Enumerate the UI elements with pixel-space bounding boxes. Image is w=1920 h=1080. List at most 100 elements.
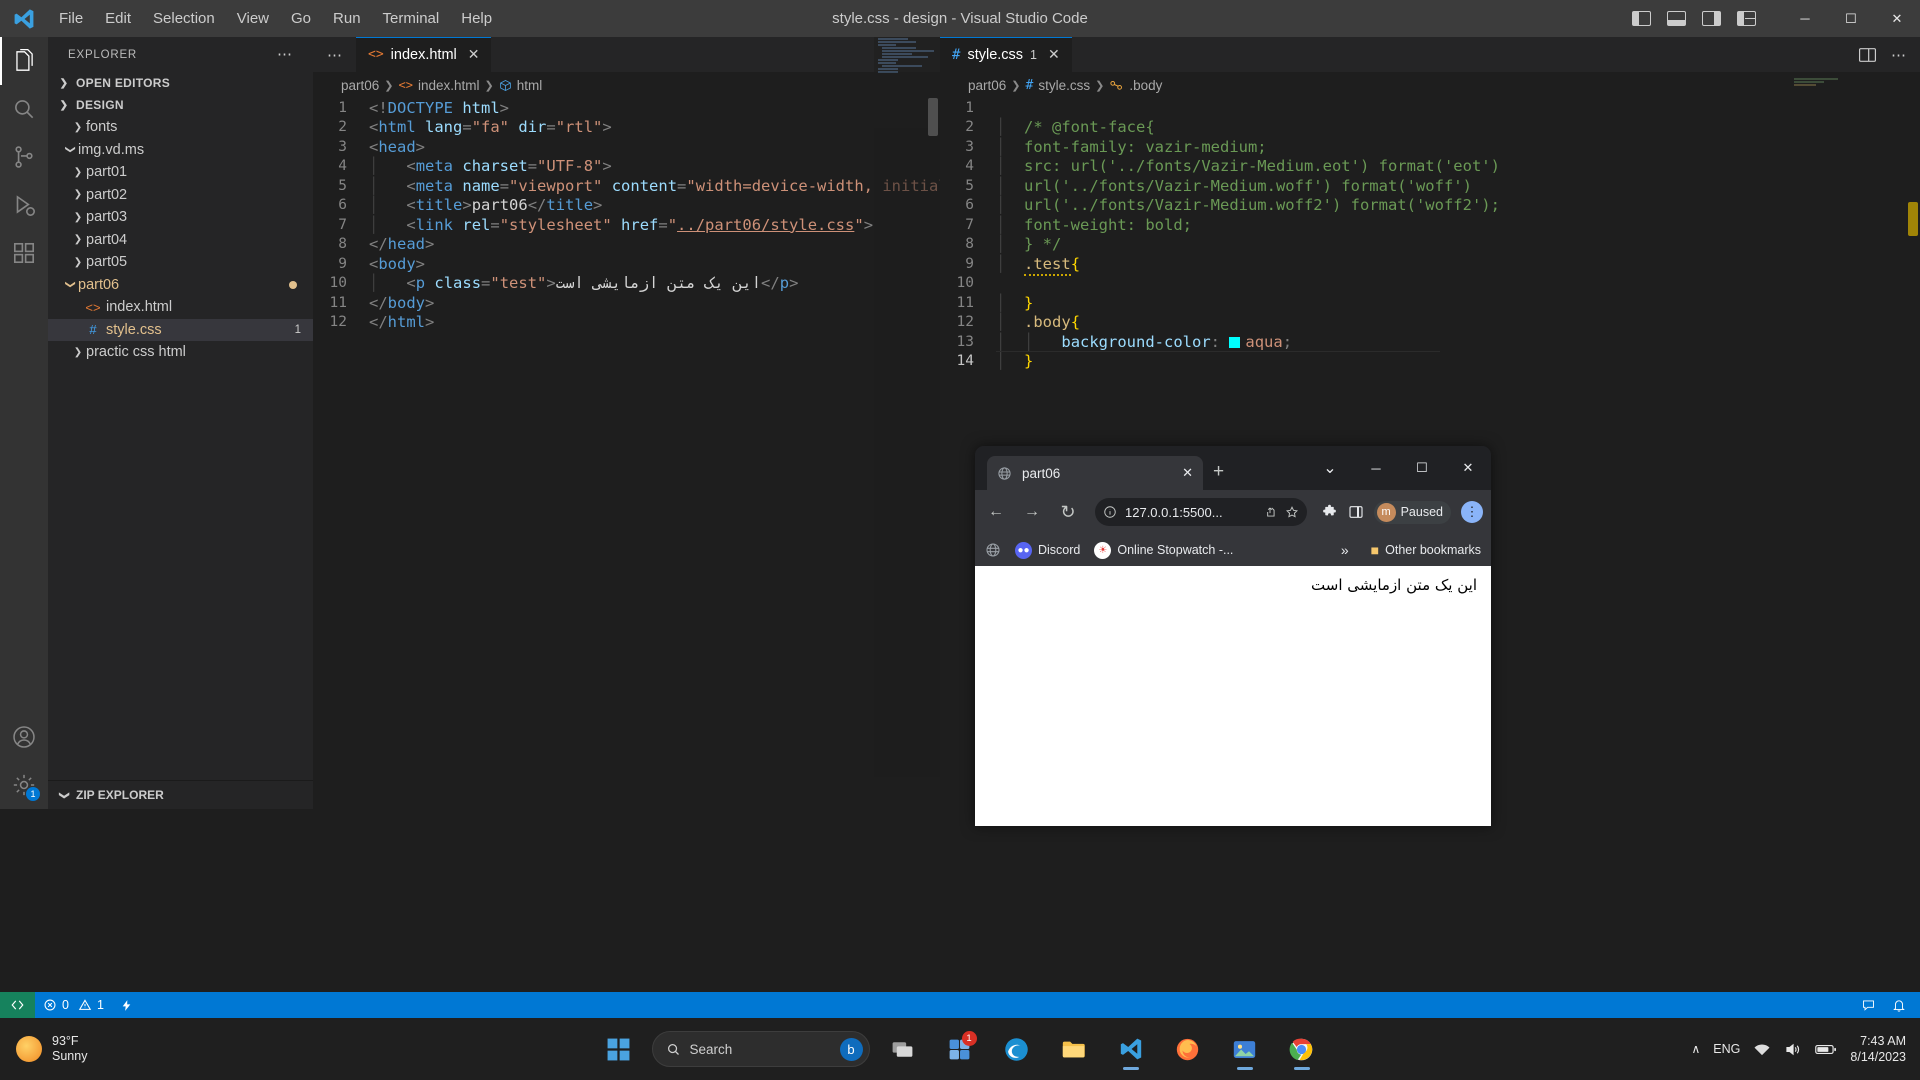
activity-settings[interactable]: 1 — [0, 761, 48, 809]
activity-search[interactable] — [0, 85, 48, 133]
chrome-tab-part06[interactable]: part06 ✕ — [987, 456, 1203, 490]
three-dots-icon[interactable]: ⋮ — [1461, 501, 1483, 523]
bookmark-online-stopwatch[interactable]: ☀ Online Stopwatch -... — [1094, 541, 1233, 559]
other-bookmarks-button[interactable]: ■ Other bookmarks — [1371, 542, 1481, 558]
task-view-button[interactable] — [879, 1025, 927, 1073]
forward-button[interactable]: → — [1019, 499, 1045, 525]
panel-bottom-icon[interactable] — [1667, 11, 1686, 26]
vscode-button[interactable] — [1107, 1025, 1155, 1073]
breadcrumb-file[interactable]: index.html — [418, 78, 480, 93]
activity-explorer[interactable] — [0, 37, 48, 85]
minimap-right[interactable] — [1790, 77, 1854, 105]
maximize-button[interactable]: ☐ — [1828, 0, 1874, 37]
breadcrumb-symbol[interactable]: .body — [1129, 78, 1162, 93]
code-editor-html[interactable]: 1 <!DOCTYPE html> 2 <html lang="fa" dir="r… — [313, 98, 948, 332]
breadcrumb-symbol[interactable]: html — [517, 78, 543, 93]
minimap-left[interactable] — [874, 37, 940, 777]
live-server-button[interactable] — [112, 992, 141, 1018]
section-design[interactable]: ❯ DESIGN — [48, 94, 313, 116]
breadcrumb-folder[interactable]: part06 — [968, 78, 1006, 93]
scrollbar-left[interactable] — [928, 98, 938, 136]
tab-index-html[interactable]: <> index.html ✕ — [356, 37, 493, 72]
chrome-new-tab-button[interactable]: + — [1213, 461, 1224, 483]
share-icon[interactable] — [1263, 505, 1277, 519]
menu-selection[interactable]: Selection — [142, 6, 226, 31]
photos-button[interactable] — [1221, 1025, 1269, 1073]
editor-left-more-actions[interactable]: ⋯ — [313, 37, 356, 72]
split-editor-icon[interactable] — [1858, 47, 1877, 63]
activity-source-control[interactable] — [0, 133, 48, 181]
activity-accounts[interactable] — [0, 713, 48, 761]
tab-close-icon[interactable]: ✕ — [1048, 46, 1060, 63]
breadcrumb-file[interactable]: style.css — [1038, 78, 1090, 93]
bookmark-discord[interactable]: ●● Discord — [1015, 541, 1080, 559]
menu-go[interactable]: Go — [280, 6, 322, 31]
tree-item-part01[interactable]: ❯ part01 — [48, 161, 313, 184]
chrome-browser-window[interactable]: part06 ✕ + ⌄ ─ ☐ ✕ ← → ↻ 127.0.0.1:5500.… — [975, 446, 1491, 826]
chrome-minimize-button[interactable]: ─ — [1353, 446, 1399, 490]
menu-bar[interactable]: File Edit Selection View Go Run Terminal… — [48, 6, 503, 31]
layout-toggles[interactable] — [1632, 11, 1756, 26]
star-icon[interactable] — [1285, 505, 1299, 519]
css-line-content-2: │ /* @font-face{ — [996, 118, 1155, 137]
activity-run-debug[interactable] — [0, 181, 48, 229]
tree-item-img-vd-ms[interactable]: ❯ img.vd.ms — [48, 139, 313, 162]
menu-view[interactable]: View — [226, 6, 280, 31]
section-zip-explorer[interactable]: ❯ ZIP EXPLORER — [48, 781, 313, 809]
search-box[interactable]: Search b — [651, 1031, 870, 1067]
info-circle-icon[interactable] — [1103, 505, 1117, 519]
chrome-button[interactable] — [1278, 1025, 1326, 1073]
puzzle-icon[interactable] — [1321, 504, 1338, 521]
tab-close-icon[interactable]: ✕ — [468, 46, 480, 63]
tree-item-style-css[interactable]: # style.css 1 — [48, 318, 313, 341]
reload-button[interactable]: ↻ — [1055, 499, 1081, 525]
chrome-close-button[interactable]: ✕ — [1445, 446, 1491, 490]
menu-terminal[interactable]: Terminal — [372, 6, 451, 31]
code-editor-css[interactable]: 1 2 │ /* @font-face{ 3 │ font-family: vazi… — [940, 98, 1920, 449]
chrome-tab-close-icon[interactable]: ✕ — [1182, 465, 1193, 481]
tab-style-css[interactable]: # style.css 1 ✕ — [940, 37, 1073, 72]
layout-grid-icon[interactable] — [1737, 11, 1756, 26]
globe-icon[interactable] — [985, 542, 1001, 558]
code-line: 14 │ } — [940, 352, 1920, 372]
notifications-button[interactable] — [1884, 992, 1920, 1018]
editor-right-more-actions[interactable]: ⋯ — [1891, 46, 1906, 64]
section-open-editors[interactable]: ❯ OPEN EDITORS — [48, 72, 313, 94]
tree-item-part02[interactable]: ❯ part02 — [48, 184, 313, 207]
menu-edit[interactable]: Edit — [94, 6, 142, 31]
tree-item-index-html[interactable]: <> index.html — [48, 296, 313, 319]
sidepanel-icon[interactable] — [1348, 504, 1364, 520]
feedback-button[interactable] — [1853, 992, 1884, 1018]
tree-item-part03[interactable]: ❯ part03 — [48, 206, 313, 229]
panel-left-icon[interactable] — [1632, 11, 1651, 26]
panel-right-icon[interactable] — [1702, 11, 1721, 26]
firefox-button[interactable] — [1164, 1025, 1212, 1073]
breadcrumb-folder[interactable]: part06 — [341, 78, 379, 93]
remote-window-button[interactable] — [0, 992, 35, 1018]
chrome-maximize-button[interactable]: ☐ — [1399, 446, 1445, 490]
bing-chat-icon[interactable]: b — [839, 1037, 863, 1061]
tree-item-practic-css-html[interactable]: ❯ practic css html — [48, 341, 313, 364]
widgets-button[interactable]: 1 — [936, 1025, 984, 1073]
menu-file[interactable]: File — [48, 6, 94, 31]
bookmarks-overflow-icon[interactable]: » — [1333, 542, 1357, 558]
chrome-tab-search-icon[interactable]: ⌄ — [1307, 446, 1353, 490]
close-button[interactable]: ✕ — [1874, 0, 1920, 37]
address-bar[interactable]: 127.0.0.1:5500... — [1095, 498, 1307, 526]
start-button[interactable] — [595, 1025, 643, 1073]
explorer-more-actions[interactable]: ⋯ — [277, 47, 293, 62]
menu-run[interactable]: Run — [322, 6, 372, 31]
minimize-button[interactable]: ─ — [1782, 0, 1828, 37]
activity-extensions[interactable] — [0, 229, 48, 277]
problems-button[interactable]: 0 1 — [35, 992, 112, 1018]
edge-button[interactable] — [993, 1025, 1041, 1073]
tree-item-fonts[interactable]: ❯ fonts — [48, 116, 313, 139]
tree-item-part05[interactable]: ❯ part05 — [48, 251, 313, 274]
tree-item-part06[interactable]: ❯ part06 — [48, 274, 313, 297]
back-button[interactable]: ← — [983, 499, 1009, 525]
file-explorer-button[interactable] — [1050, 1025, 1098, 1073]
tree-item-part04[interactable]: ❯ part04 — [48, 229, 313, 252]
browser-viewport[interactable]: این یک متن ازمایشی است — [975, 566, 1491, 826]
menu-help[interactable]: Help — [450, 6, 503, 31]
profile-paused-chip[interactable]: m Paused — [1373, 500, 1451, 524]
